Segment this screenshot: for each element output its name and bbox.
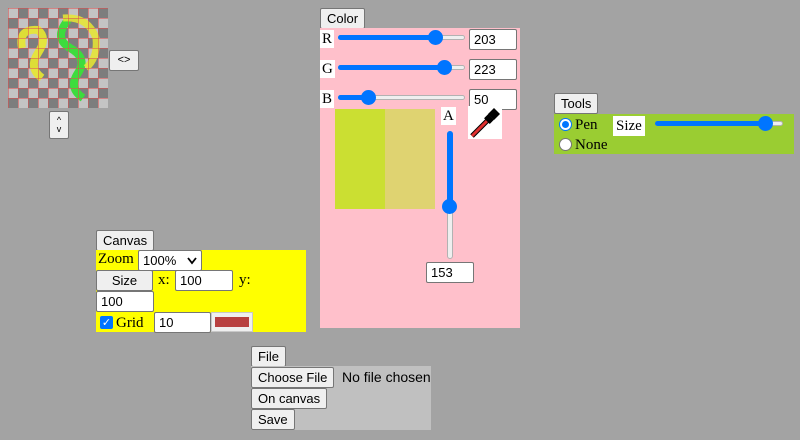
b-slider-thumb[interactable] <box>360 90 376 105</box>
grid-checkbox[interactable]: ✓ <box>100 316 113 329</box>
canvas-preview <box>8 8 108 108</box>
no-file-chosen-text: No file chosen <box>342 369 431 385</box>
y-input[interactable]: 100 <box>96 291 154 312</box>
a-slider[interactable] <box>442 131 458 259</box>
canvas-title-button[interactable]: Canvas <box>96 230 155 251</box>
expand-vertical-button[interactable]: ^ v <box>49 111 69 139</box>
a-slider-thumb[interactable] <box>442 199 457 215</box>
color-title-button[interactable]: Color <box>320 8 366 29</box>
x-label: x: <box>158 272 170 288</box>
y-label: y: <box>239 272 251 288</box>
b-slider[interactable] <box>338 90 465 106</box>
size-button[interactable]: Size <box>96 270 153 291</box>
x-input[interactable]: 100 <box>175 270 233 291</box>
g-slider[interactable] <box>338 60 465 76</box>
tools-title-button[interactable]: Tools <box>554 93 599 114</box>
a-label: A <box>441 107 456 125</box>
r-slider[interactable] <box>338 30 465 46</box>
preview-drawing <box>17 14 100 102</box>
grid-label: Grid <box>116 315 144 331</box>
save-button[interactable]: Save <box>251 409 295 430</box>
r-value-input[interactable]: 203 <box>469 29 517 50</box>
choose-file-button[interactable]: Choose File <box>251 367 335 388</box>
pen-label: Pen <box>575 117 598 133</box>
eyedropper-icon[interactable] <box>468 106 502 139</box>
b-label: B <box>320 90 335 108</box>
r-label: R <box>320 30 335 48</box>
none-label: None <box>575 137 608 153</box>
pen-size-slider[interactable] <box>655 116 783 132</box>
pen-radio[interactable] <box>559 118 572 131</box>
zoom-label: Zoom <box>98 251 134 267</box>
current-color-swatch <box>335 109 385 209</box>
expand-horizontal-button[interactable]: <> <box>109 50 139 71</box>
file-title-button[interactable]: File <box>251 346 286 367</box>
chevron-down-icon <box>187 257 197 265</box>
zoom-select-value: 100% <box>143 253 177 268</box>
zoom-select[interactable]: 100% <box>138 250 202 271</box>
grid-color-picker[interactable] <box>211 312 253 332</box>
alpha-color-swatch <box>385 109 435 209</box>
g-slider-thumb[interactable] <box>436 60 452 75</box>
grid-size-input[interactable]: 10 <box>154 312 211 333</box>
g-label: G <box>320 60 335 78</box>
g-value-input[interactable]: 223 <box>469 59 517 80</box>
pen-size-slider-thumb[interactable] <box>757 116 773 131</box>
a-value-input[interactable]: 153 <box>426 262 474 283</box>
r-slider-thumb[interactable] <box>428 30 444 45</box>
on-canvas-button[interactable]: On canvas <box>251 388 328 409</box>
none-radio[interactable] <box>559 138 572 151</box>
size-label: Size <box>613 116 645 136</box>
